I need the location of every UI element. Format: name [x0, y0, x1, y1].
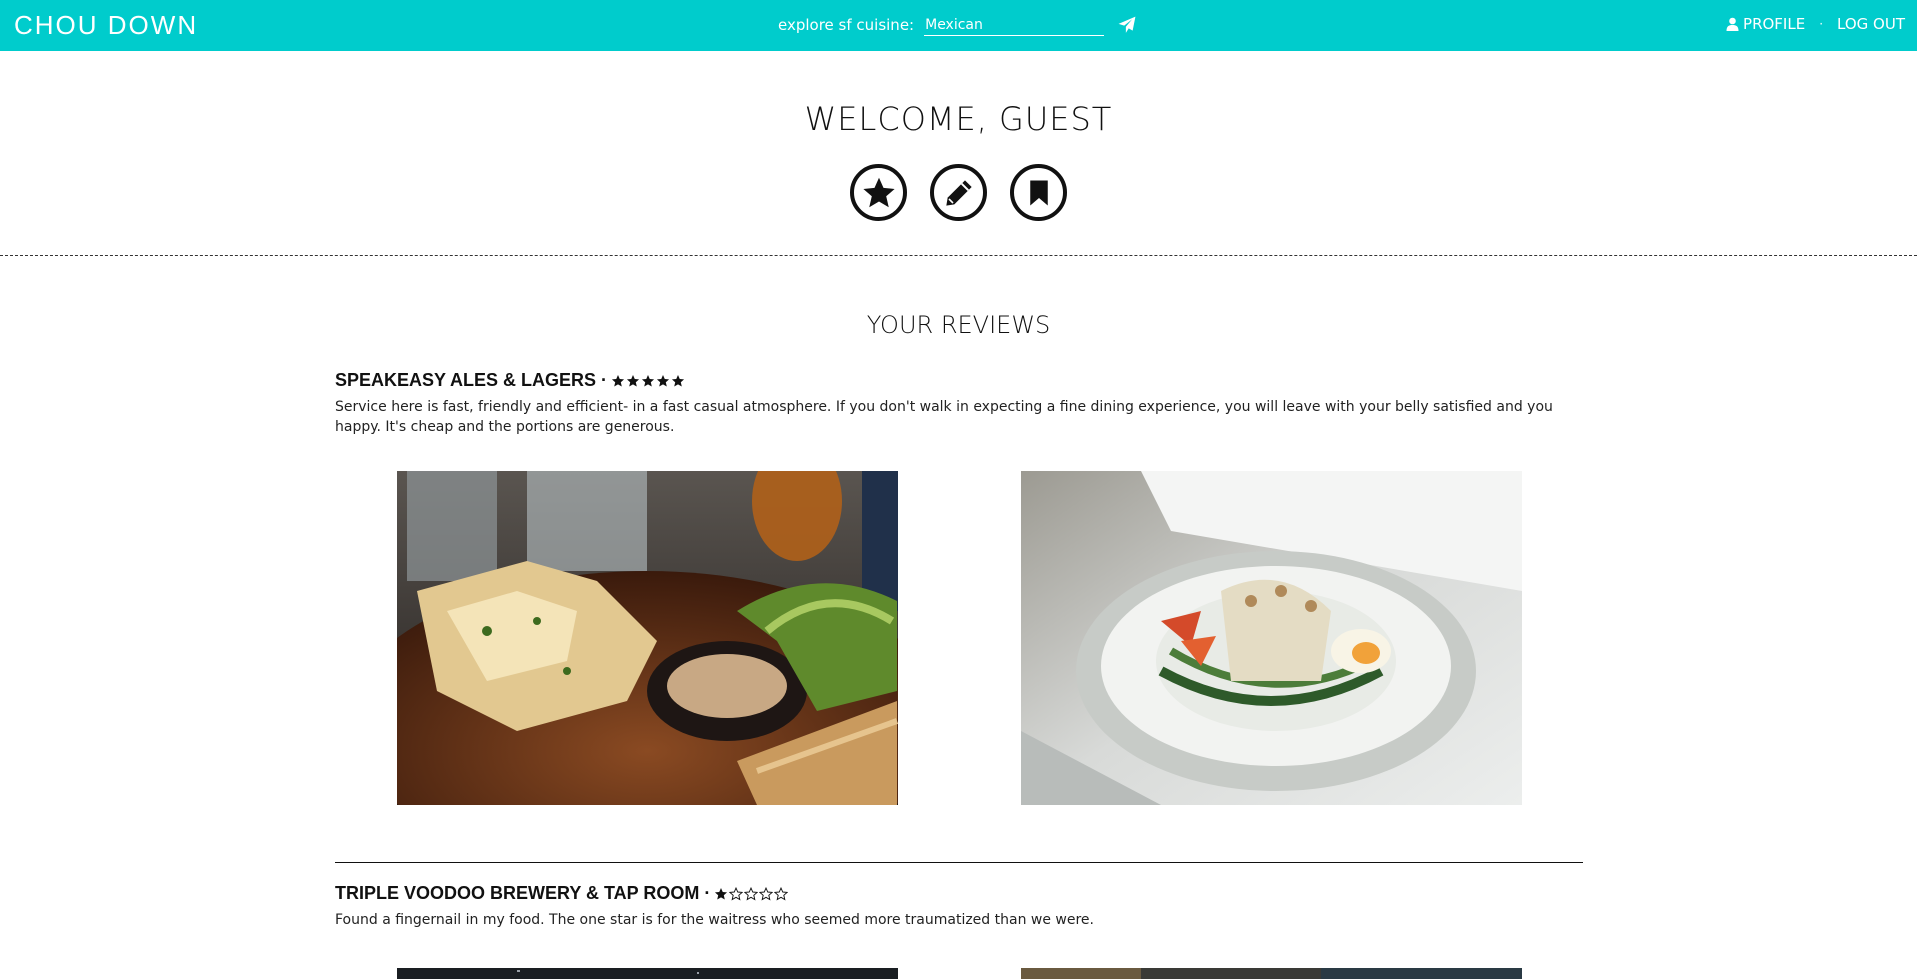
restaurant-name-link[interactable]: TRIPLE VOODOO BREWERY & TAP ROOM · [335, 883, 710, 904]
star-icon [862, 177, 895, 207]
review-photo[interactable] [397, 471, 898, 805]
top-navbar: CHOU DOWN explore sf cuisine: PROFILE · … [0, 0, 1917, 51]
star-filled-icon [715, 887, 728, 900]
star-rating [714, 886, 789, 901]
profile-label: PROFILE [1743, 15, 1806, 33]
logout-link[interactable]: LOG OUT [1837, 15, 1905, 33]
cuisine-search-input[interactable] [924, 14, 1105, 36]
reviews-star-button[interactable] [850, 164, 907, 221]
review-text: Service here is fast, friendly and effic… [335, 399, 1553, 435]
profile-actions [850, 164, 1067, 221]
section-divider [0, 255, 1917, 256]
reviews-section-title: YOUR REVIEWS [866, 311, 1051, 339]
search-label: explore sf cuisine: [778, 16, 915, 34]
star-filled-icon [656, 374, 670, 387]
review-item: SPEAKEASY ALES & LAGERS · Service here i… [335, 370, 1583, 437]
send-icon[interactable] [1118, 16, 1136, 34]
welcome-title: WELCOME, GUEST [804, 100, 1113, 138]
profile-link[interactable]: PROFILE [1726, 15, 1805, 33]
star-empty-icon [774, 886, 789, 900]
restaurant-name-link[interactable]: SPEAKEASY ALES & LAGERS · [335, 370, 607, 391]
star-empty-icon [729, 886, 744, 900]
star-filled-icon [671, 374, 685, 387]
cuisine-search: explore sf cuisine: [778, 14, 1136, 36]
nav-separator: · [1819, 17, 1824, 31]
review-header: SPEAKEASY ALES & LAGERS · [335, 370, 1583, 391]
user-icon [1726, 17, 1739, 31]
star-empty-icon [759, 886, 774, 900]
bookmarks-button[interactable] [1010, 164, 1067, 221]
bookmark-icon [1029, 180, 1048, 205]
user-nav: PROFILE · LOG OUT [1726, 15, 1905, 33]
star-filled-icon [641, 374, 655, 387]
review-photo[interactable] [397, 966, 898, 979]
star-rating [611, 374, 686, 388]
review-photo[interactable] [1021, 966, 1522, 979]
review-item: TRIPLE VOODOO BREWERY & TAP ROOM · Found… [335, 883, 1583, 930]
review-divider [335, 862, 1583, 863]
star-filled-icon [611, 374, 625, 387]
review-photo[interactable] [1021, 471, 1522, 805]
star-filled-icon [626, 374, 640, 387]
write-review-button[interactable] [930, 164, 987, 221]
pencil-icon [945, 179, 972, 206]
review-text: Found a fingernail in my food. The one s… [335, 912, 1094, 928]
review-header: TRIPLE VOODOO BREWERY & TAP ROOM · [335, 883, 1583, 904]
brand-logo[interactable]: CHOU DOWN [14, 10, 198, 41]
star-empty-icon [744, 886, 759, 900]
